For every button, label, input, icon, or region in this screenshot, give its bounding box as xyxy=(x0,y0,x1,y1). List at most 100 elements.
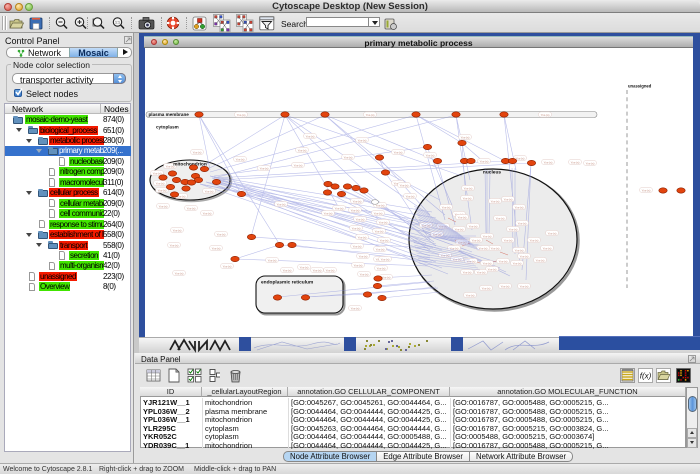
svg-text:Yxx-(s): Yxx-(s) xyxy=(469,224,478,228)
svg-text:Yxx-(s): Yxx-(s) xyxy=(464,186,473,190)
svg-text:cytoplasm: cytoplasm xyxy=(156,125,179,130)
svg-text:Yxx-(s): Yxx-(s) xyxy=(463,270,472,274)
svg-text:Yxx-(s): Yxx-(s) xyxy=(520,254,529,258)
svg-text:Yxx-(s): Yxx-(s) xyxy=(504,197,513,201)
svg-text:Yxx-(s): Yxx-(s) xyxy=(351,208,360,212)
svg-text:Yxx-(s): Yxx-(s) xyxy=(479,246,488,250)
svg-text:f(x): f(x) xyxy=(640,372,652,381)
svg-text:Yxx-(s): Yxx-(s) xyxy=(544,160,553,164)
svg-text:Yxx-(s): Yxx-(s) xyxy=(358,138,367,142)
svg-text:Yxx-(s): Yxx-(s) xyxy=(450,246,459,250)
svg-text:Yxx-(s): Yxx-(s) xyxy=(379,220,388,224)
svg-text:Yxx-(s): Yxx-(s) xyxy=(351,306,360,310)
svg-text:Yxx-(s): Yxx-(s) xyxy=(377,266,386,270)
svg-text:Yxx-(s): Yxx-(s) xyxy=(496,216,505,220)
svg-text:Yxx-(s): Yxx-(s) xyxy=(366,113,375,117)
svg-text:Yxx-(s): Yxx-(s) xyxy=(175,271,184,275)
svg-text:Yxx-(s): Yxx-(s) xyxy=(541,113,550,117)
svg-text:Yxx-(s): Yxx-(s) xyxy=(442,205,451,209)
svg-text:Yxx-(s): Yxx-(s) xyxy=(381,257,390,261)
svg-text:Yxx-(s): Yxx-(s) xyxy=(530,238,539,242)
svg-text:Yxx-(s): Yxx-(s) xyxy=(223,264,232,268)
svg-text:Yxx-(s): Yxx-(s) xyxy=(380,238,389,242)
svg-text:Yxx-(s): Yxx-(s) xyxy=(477,270,486,274)
svg-text:Yxx-(s): Yxx-(s) xyxy=(509,227,518,231)
svg-text:Yxx-(s): Yxx-(s) xyxy=(268,258,277,262)
svg-text:Yxx-(s): Yxx-(s) xyxy=(488,267,497,271)
svg-text:Yxx-(s): Yxx-(s) xyxy=(458,215,467,219)
svg-text:Yxx-(s): Yxx-(s) xyxy=(586,161,595,165)
svg-text:Yxx-(s): Yxx-(s) xyxy=(504,238,513,242)
svg-text:Yxx-(s): Yxx-(s) xyxy=(277,202,286,206)
svg-text:nucleus: nucleus xyxy=(483,170,501,176)
svg-text:Yxx-(s): Yxx-(s) xyxy=(516,156,525,160)
svg-text:Yxx-(s): Yxx-(s) xyxy=(205,189,214,193)
svg-text:Yxx-(s): Yxx-(s) xyxy=(159,204,168,208)
svg-text:unassigned: unassigned xyxy=(628,84,652,89)
svg-text:Yxx-(s): Yxx-(s) xyxy=(515,248,524,252)
svg-text:Yxx-(s): Yxx-(s) xyxy=(212,246,221,250)
svg-text:Yxx-(s): Yxx-(s) xyxy=(360,272,369,276)
svg-text:Yxx-(s): Yxx-(s) xyxy=(300,265,309,269)
svg-text:Yxx-(s): Yxx-(s) xyxy=(356,217,365,221)
svg-text:Yxx-(s): Yxx-(s) xyxy=(571,160,580,164)
svg-text:Yxx-(s): Yxx-(s) xyxy=(324,211,333,215)
svg-text:Yxx-(s): Yxx-(s) xyxy=(394,150,403,154)
svg-text:Yxx-(s): Yxx-(s) xyxy=(158,188,167,192)
svg-text:Yxx-(s): Yxx-(s) xyxy=(483,261,492,265)
svg-text:Yxx-(s): Yxx-(s) xyxy=(520,284,529,288)
svg-text:Yxx-(s): Yxx-(s) xyxy=(352,226,361,230)
svg-text:Yxx-(s): Yxx-(s) xyxy=(472,238,481,242)
svg-text:Yxx-(s): Yxx-(s) xyxy=(375,229,384,233)
svg-text:Yxx-(s): Yxx-(s) xyxy=(353,244,362,248)
svg-text:Yxx-(s): Yxx-(s) xyxy=(543,246,552,250)
svg-text:Yxx-(s): Yxx-(s) xyxy=(455,227,464,231)
svg-text:Yxx-(s): Yxx-(s) xyxy=(491,246,500,250)
svg-text:Yxx-(s): Yxx-(s) xyxy=(501,284,510,288)
svg-text:Yxx-(s): Yxx-(s) xyxy=(359,254,368,258)
svg-text:Yxx-(s): Yxx-(s) xyxy=(193,150,202,154)
svg-text:Yxx-(s): Yxx-(s) xyxy=(483,234,492,238)
svg-text:Yxx-(s): Yxx-(s) xyxy=(203,211,212,215)
svg-text:Yxx-(s): Yxx-(s) xyxy=(326,268,335,272)
svg-text:Yxx-(s): Yxx-(s) xyxy=(187,206,196,210)
svg-text:endoplasmic reticulum: endoplasmic reticulum xyxy=(261,280,313,286)
svg-text:Yxx-(s): Yxx-(s) xyxy=(294,163,303,167)
svg-text:Yxx-(s): Yxx-(s) xyxy=(480,159,489,163)
svg-text:plasma membrane: plasma membrane xyxy=(149,112,190,117)
svg-text:Yxx-(s): Yxx-(s) xyxy=(466,293,475,297)
svg-text:Yxx-(s): Yxx-(s) xyxy=(536,258,545,262)
svg-text:Yxx-(s): Yxx-(s) xyxy=(344,155,353,159)
svg-text:Yxx-(s): Yxx-(s) xyxy=(237,113,246,117)
svg-text:Yxx-(s): Yxx-(s) xyxy=(642,188,651,192)
svg-text:Yxx-(s): Yxx-(s) xyxy=(217,232,226,236)
svg-text:Yxx-(s): Yxx-(s) xyxy=(491,199,500,203)
svg-text:Yxx-(s): Yxx-(s) xyxy=(156,181,165,185)
svg-text:Yxx-(s): Yxx-(s) xyxy=(260,166,269,170)
svg-text:Yxx-(s): Yxx-(s) xyxy=(400,183,409,187)
svg-text:Yxx-(s): Yxx-(s) xyxy=(513,261,522,265)
svg-text:Yxx-(s): Yxx-(s) xyxy=(518,221,527,225)
svg-text:Yxx-(s): Yxx-(s) xyxy=(382,275,391,279)
svg-text:Yxx-(s): Yxx-(s) xyxy=(153,171,162,175)
svg-text:Yxx-(s): Yxx-(s) xyxy=(374,211,383,215)
svg-text:Yxx-(s): Yxx-(s) xyxy=(354,263,363,267)
svg-text:Yxx-(s): Yxx-(s) xyxy=(461,135,470,139)
svg-text:Yxx-(s): Yxx-(s) xyxy=(463,196,472,200)
svg-text:Yxx-(s): Yxx-(s) xyxy=(170,243,179,247)
svg-text:Yxx-(s): Yxx-(s) xyxy=(406,194,415,198)
svg-text:Yxx-(s): Yxx-(s) xyxy=(313,268,322,272)
svg-text:Yxx-(s): Yxx-(s) xyxy=(335,206,344,210)
svg-text:Yxx-(s): Yxx-(s) xyxy=(236,157,245,161)
svg-text:Yxx-(s): Yxx-(s) xyxy=(173,228,182,232)
svg-text:Yxx-(s): Yxx-(s) xyxy=(283,268,292,272)
svg-text:Yxx-(s): Yxx-(s) xyxy=(499,259,508,263)
svg-text:1:1: 1:1 xyxy=(115,21,120,25)
svg-text:Yxx-(s): Yxx-(s) xyxy=(515,205,524,209)
svg-text:Yxx-(s): Yxx-(s) xyxy=(548,231,557,235)
svg-text:Yxx-(s): Yxx-(s) xyxy=(376,247,385,251)
svg-text:Yxx-(s): Yxx-(s) xyxy=(306,134,315,138)
svg-text:Yxx-(s): Yxx-(s) xyxy=(358,235,367,239)
svg-text:Yxx-(s): Yxx-(s) xyxy=(353,199,362,203)
svg-text:Yxx-(s): Yxx-(s) xyxy=(426,153,435,157)
